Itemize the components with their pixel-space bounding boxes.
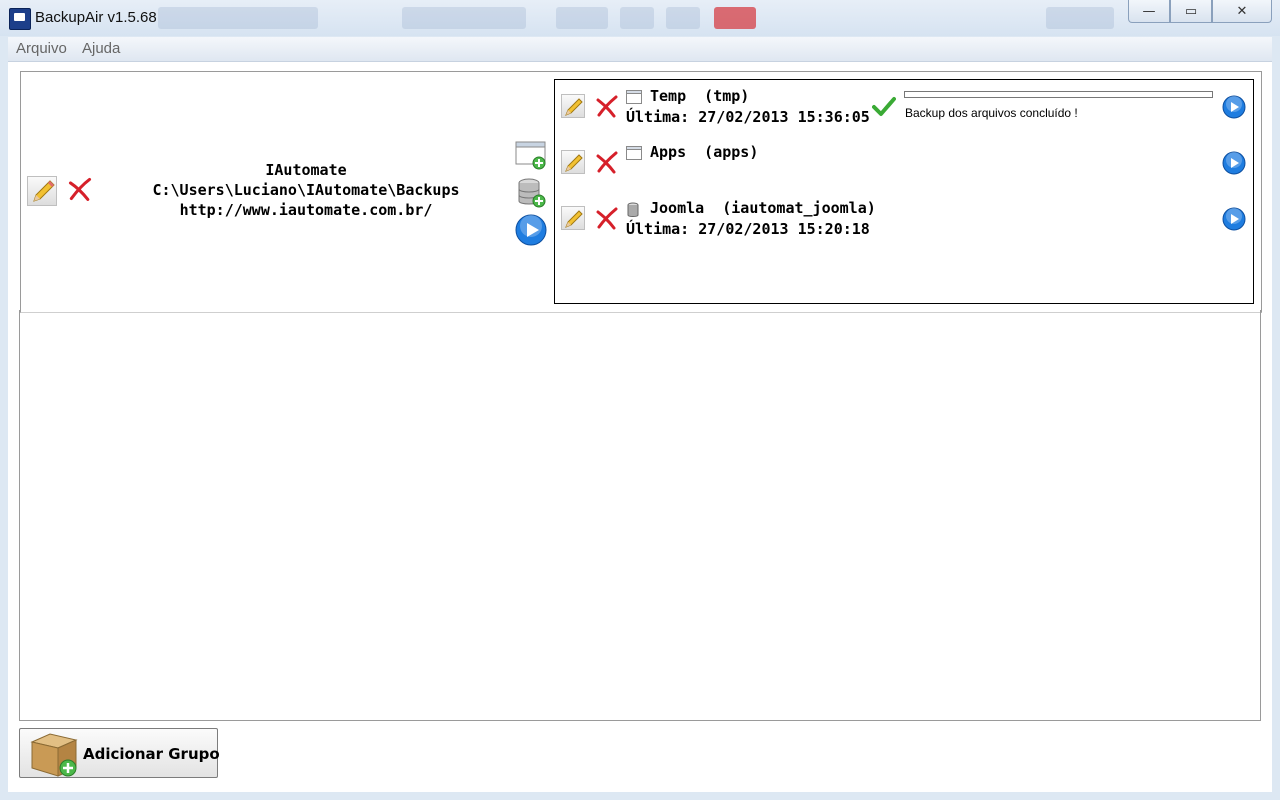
run-job-button[interactable]	[1222, 95, 1246, 123]
background-ghost	[556, 7, 608, 29]
play-icon	[515, 214, 547, 246]
run-job-button[interactable]	[1222, 151, 1246, 179]
delete-job-button[interactable]	[595, 150, 619, 178]
delete-icon	[596, 151, 618, 174]
close-button[interactable]: ✕	[1212, 0, 1272, 23]
groups-area	[19, 310, 1261, 721]
menu-bar: Arquivo Ajuda	[8, 37, 1272, 62]
background-ghost	[402, 7, 526, 29]
app-icon	[9, 8, 31, 30]
group-name: IAutomate	[265, 161, 347, 179]
title-bar: BackupAir v1.5.68 — ▭ ✕	[0, 0, 1280, 36]
menu-ajuda[interactable]: Ajuda	[82, 40, 120, 57]
run-job-button[interactable]	[1222, 207, 1246, 235]
folder-icon	[626, 90, 642, 104]
pencil-icon	[27, 176, 57, 206]
play-icon	[1222, 95, 1246, 119]
add-database-icon	[518, 178, 546, 208]
add-database-job-button[interactable]	[517, 177, 547, 213]
job-name: Temp (tmp)	[650, 87, 750, 105]
job-last-run: Última: 27/02/2013 15:20:18	[626, 220, 870, 238]
job-row-apps: Apps (apps)	[555, 136, 1253, 186]
delete-icon	[596, 95, 618, 118]
delete-group-button[interactable]	[67, 176, 93, 206]
minimize-button[interactable]: —	[1128, 0, 1170, 23]
folder-icon	[626, 146, 642, 160]
job-progress-bar	[904, 91, 1213, 98]
database-icon	[627, 202, 639, 217]
edit-job-button[interactable]	[561, 150, 585, 174]
background-ghost	[1046, 7, 1114, 29]
job-name: Joomla (iautomat_joomla)	[650, 199, 876, 217]
background-ghost	[666, 7, 700, 29]
edit-job-button[interactable]	[561, 94, 585, 118]
edit-job-button[interactable]	[561, 206, 585, 230]
run-group-button[interactable]	[515, 214, 547, 250]
play-icon	[1222, 207, 1246, 231]
delete-icon	[68, 177, 92, 201]
pencil-icon	[561, 206, 585, 230]
group-path: C:\Users\Luciano\IAutomate\Backups	[152, 181, 460, 199]
group-url: http://www.iautomate.com.br/	[179, 201, 433, 219]
background-ghost	[620, 7, 654, 29]
pencil-icon	[561, 150, 585, 174]
delete-job-button[interactable]	[595, 94, 619, 122]
delete-icon	[596, 207, 618, 230]
job-status-text: Backup dos arquivos concluído !	[905, 106, 1078, 120]
window-title: BackupAir v1.5.68	[35, 9, 157, 26]
maximize-button[interactable]: ▭	[1170, 0, 1212, 23]
pencil-icon	[561, 94, 585, 118]
background-ghost	[158, 7, 318, 29]
job-name: Apps (apps)	[650, 143, 759, 161]
group-panel: IAutomate C:\Users\Luciano\IAutomate\Bac…	[20, 71, 1262, 313]
add-group-button[interactable]: Adicionar Grupo	[19, 728, 220, 778]
job-last-run: Última: 27/02/2013 15:36:05	[626, 108, 870, 126]
check-icon	[872, 97, 896, 116]
add-box-icon	[30, 733, 78, 777]
add-window-icon	[515, 141, 546, 170]
play-icon	[1222, 151, 1246, 175]
delete-job-button[interactable]	[595, 206, 619, 234]
job-row-temp: Temp (tmp) Última: 27/02/2013 15:36:05 B…	[555, 80, 1253, 130]
menu-arquivo[interactable]: Arquivo	[16, 40, 67, 57]
client-area: IAutomate C:\Users\Luciano\IAutomate\Bac…	[8, 62, 1272, 792]
jobs-list: Temp (tmp) Última: 27/02/2013 15:36:05 B…	[554, 79, 1254, 304]
background-ghost	[714, 7, 756, 29]
group-info: IAutomate C:\Users\Luciano\IAutomate\Bac…	[121, 160, 491, 220]
add-group-label: Adicionar Grupo	[83, 745, 220, 763]
job-row-joomla: Joomla (iautomat_joomla) Última: 27/02/2…	[555, 192, 1253, 242]
edit-group-button[interactable]	[27, 176, 57, 206]
add-file-job-button[interactable]	[515, 141, 547, 175]
